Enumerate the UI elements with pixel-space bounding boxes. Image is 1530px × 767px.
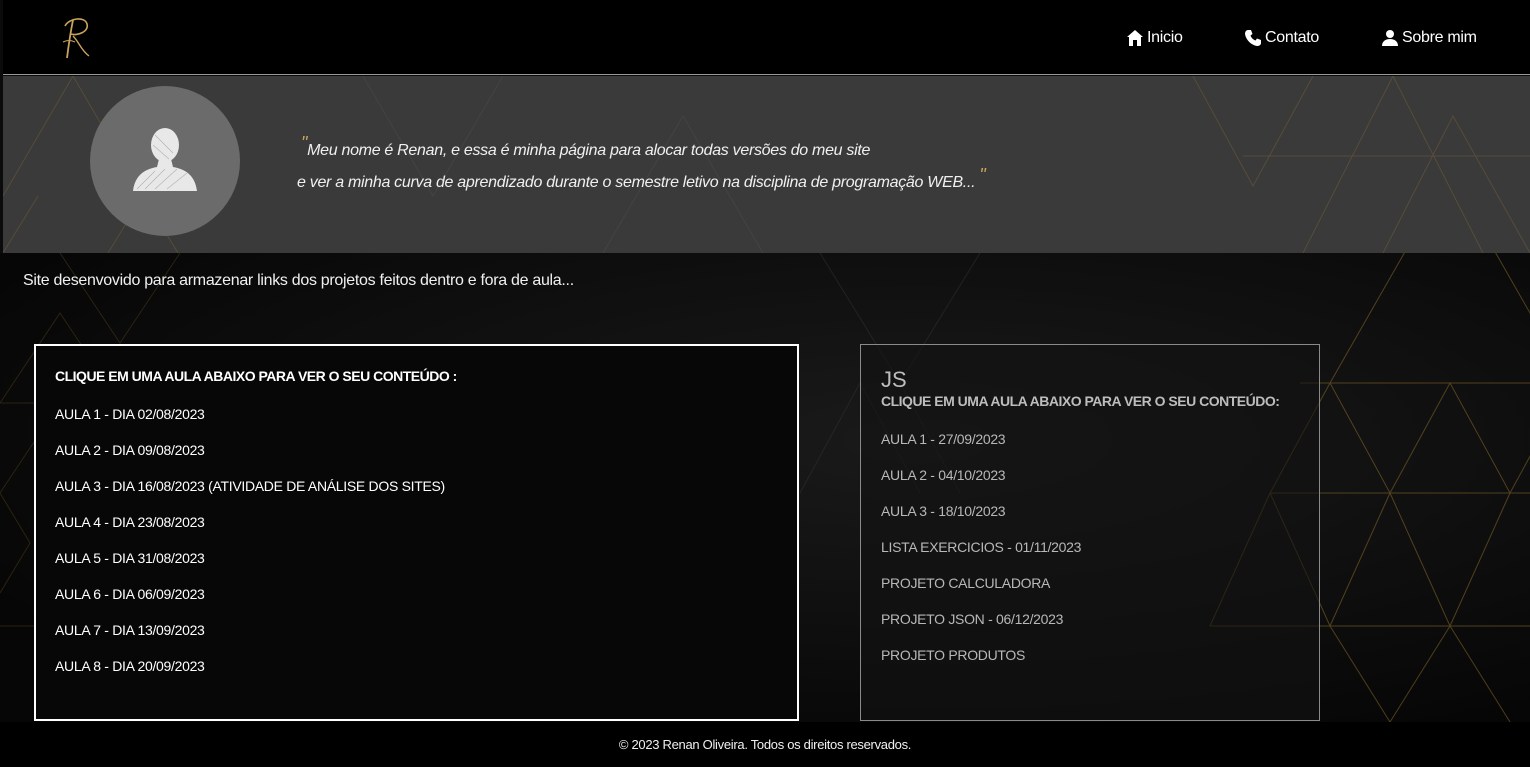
- page: Inicio Contato Sobre mim "Meu nome é Ren…: [0, 0, 1530, 767]
- js-panel: JS CLIQUE EM UMA AULA ABAIXO PARA VER O …: [860, 344, 1320, 721]
- aula-link[interactable]: AULA 7 - DIA 13/09/2023: [55, 620, 445, 656]
- avatar: [90, 86, 240, 236]
- js-panel-heading: CLIQUE EM UMA AULA ABAIXO PARA VER O SEU…: [881, 393, 1280, 409]
- js-link[interactable]: AULA 2 - 04/10/2023: [881, 465, 1081, 501]
- quote-line-2: e ver a minha curva de aprendizado duran…: [297, 174, 976, 191]
- js-link[interactable]: AULA 1 - 27/09/2023: [881, 429, 1081, 465]
- js-panel-title: JS: [881, 367, 907, 392]
- nav-inicio-label: Inicio: [1147, 29, 1183, 46]
- aula-link[interactable]: AULA 3 - DIA 16/08/2023 (ATIVIDADE DE AN…: [55, 476, 445, 512]
- aula-link[interactable]: AULA 8 - DIA 20/09/2023: [55, 656, 445, 692]
- js-link[interactable]: LISTA EXERCICIOS - 01/11/2023: [881, 537, 1081, 573]
- aula-link[interactable]: AULA 2 - DIA 09/08/2023: [55, 440, 445, 476]
- nav-contato-label: Contato: [1265, 29, 1319, 46]
- aulas-list: AULA 1 - DIA 02/08/2023 AULA 2 - DIA 09/…: [55, 404, 445, 692]
- person-silhouette-icon: [133, 128, 197, 191]
- hero-quote: "Meu nome é Renan, e essa é minha página…: [297, 133, 997, 198]
- js-link[interactable]: PROJETO PRODUTOS: [881, 645, 1081, 681]
- js-link[interactable]: PROJETO JSON - 06/12/2023: [881, 609, 1081, 645]
- quote-line-1: Meu nome é Renan, e essa é minha página …: [307, 142, 871, 159]
- js-list: AULA 1 - 27/09/2023 AULA 2 - 04/10/2023 …: [881, 429, 1081, 681]
- quote-close-mark: ": [979, 165, 986, 185]
- nav-inicio[interactable]: Inicio: [1126, 26, 1183, 50]
- user-icon: [1381, 29, 1399, 47]
- aula-link[interactable]: AULA 4 - DIA 23/08/2023: [55, 512, 445, 548]
- aula-link[interactable]: AULA 6 - DIA 06/09/2023: [55, 584, 445, 620]
- aula-link[interactable]: AULA 1 - DIA 02/08/2023: [55, 404, 445, 440]
- phone-icon: [1244, 29, 1262, 47]
- site-header: Inicio Contato Sobre mim: [3, 0, 1530, 75]
- nav-contato[interactable]: Contato: [1244, 26, 1319, 50]
- aulas-panel-heading: CLIQUE EM UMA AULA ABAIXO PARA VER O SEU…: [55, 368, 457, 384]
- js-link[interactable]: PROJETO CALCULADORA: [881, 573, 1081, 609]
- quote-open-mark: ": [301, 133, 308, 153]
- script-r-logo[interactable]: [55, 12, 95, 64]
- home-icon: [1126, 29, 1144, 47]
- nav-sobre-mim[interactable]: Sobre mim: [1381, 26, 1477, 50]
- site-footer: © 2023 Renan Oliveira. Todos os direitos…: [0, 722, 1530, 767]
- copyright-text: © 2023 Renan Oliveira. Todos os direitos…: [618, 737, 912, 752]
- aulas-panel: CLIQUE EM UMA AULA ABAIXO PARA VER O SEU…: [34, 344, 799, 721]
- hero-banner: "Meu nome é Renan, e essa é minha página…: [3, 76, 1530, 253]
- nav-sobre-mim-label: Sobre mim: [1402, 29, 1477, 46]
- js-link[interactable]: AULA 3 - 18/10/2023: [881, 501, 1081, 537]
- aula-link[interactable]: AULA 5 - DIA 31/08/2023: [55, 548, 445, 584]
- intro-text: Site desenvovido para armazenar links do…: [23, 272, 574, 289]
